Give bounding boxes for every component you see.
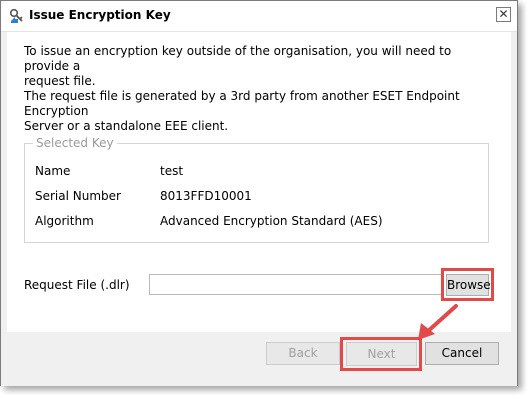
annotation-arrow-layer	[418, 304, 458, 340]
red-arrow-icon	[418, 304, 458, 340]
